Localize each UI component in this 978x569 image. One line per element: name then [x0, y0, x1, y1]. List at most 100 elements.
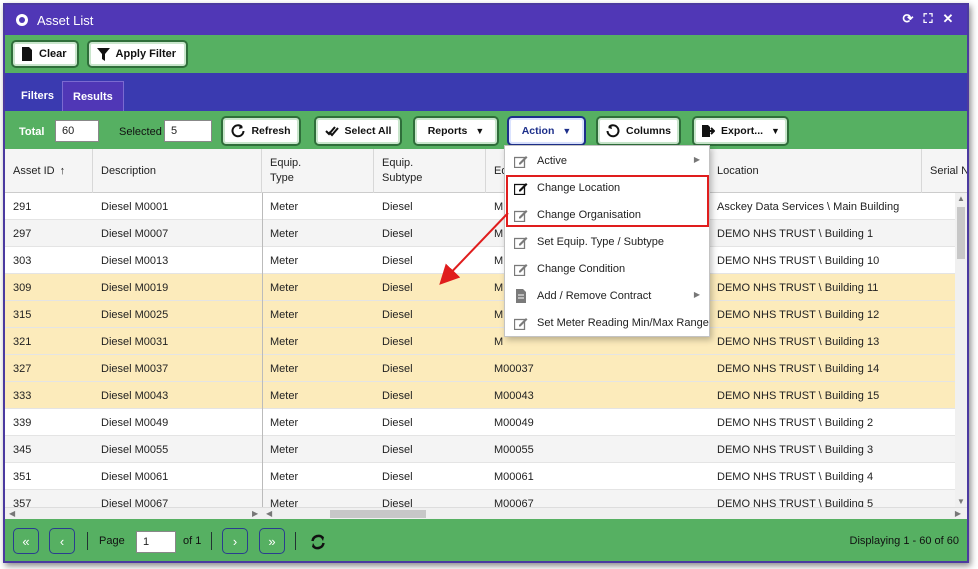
cell-equip-subtype: Diesel — [382, 443, 413, 456]
cell-equip-code: M00043 — [494, 389, 534, 402]
cell-equip-code: M — [494, 200, 504, 213]
tab-results[interactable]: Results — [62, 81, 124, 111]
table-row[interactable]: 327 Diesel M0037 Meter Diesel M00037 DEMO NHS… — [5, 355, 955, 382]
cell-equip-type: Meter — [270, 281, 299, 294]
chevron-down-icon: ▼ — [475, 126, 485, 136]
cell-description: Diesel M0007 — [101, 227, 169, 240]
table-row[interactable]: 351 Diesel M0061 Meter Diesel M00061 DEMO NHS… — [5, 463, 955, 490]
menu-item-label: Set Meter Reading Min/Max Range — [537, 316, 709, 329]
refresh-icon — [231, 124, 245, 138]
cell-location: DEMO NHS TRUST \ Building 4 — [717, 470, 874, 483]
previous-page-icon[interactable]: ‹ — [49, 528, 75, 554]
columns-button[interactable]: Columns — [596, 116, 681, 146]
tab-filters[interactable]: Filters — [11, 81, 64, 111]
reports-label: Reports — [427, 125, 468, 137]
cell-equip-type: Meter — [270, 227, 299, 240]
table-row[interactable]: 345 Diesel M0055 Meter Diesel M00055 DEMO NHS… — [5, 436, 955, 463]
scroll-left-arrow-icon[interactable]: ◀ — [9, 509, 15, 518]
cell-asset-id: 351 — [13, 470, 32, 483]
locked-scroll-right-arrow-icon[interactable]: ▶ — [252, 509, 258, 518]
cell-equip-type: Meter — [270, 200, 299, 213]
cell-asset-id: 303 — [13, 254, 32, 267]
cell-location: Asckey Data Services \ Main Building — [717, 200, 900, 213]
pager-separator — [211, 532, 212, 550]
next-page-icon[interactable]: › — [222, 528, 248, 554]
cell-description: Diesel M0061 — [101, 470, 169, 483]
check-all-icon — [324, 126, 339, 137]
cell-description: Diesel M0037 — [101, 362, 169, 375]
cell-equip-subtype: Diesel — [382, 281, 413, 294]
close-icon[interactable]: ✕ — [941, 11, 955, 26]
cell-description: Diesel M0043 — [101, 389, 169, 402]
refresh-icon[interactable] — [310, 534, 326, 550]
menu-item-set-equip-type-subtype[interactable]: Set Equip. Type / Subtype — [505, 228, 709, 255]
action-dropdown[interactable]: Action ▼ — [507, 116, 586, 146]
scroll-left-arrow-icon-2[interactable]: ◀ — [266, 509, 272, 518]
vertical-scrollbar[interactable]: ▲ ▼ — [955, 193, 967, 507]
vertical-scroll-thumb[interactable] — [957, 207, 965, 259]
column-header-equip-subtype[interactable]: Equip. Subtype — [374, 149, 486, 193]
cell-equip-subtype: Diesel — [382, 335, 413, 348]
menu-item-change-condition[interactable]: Change Condition — [505, 255, 709, 282]
select-all-button[interactable]: Select All — [314, 116, 402, 146]
cell-equip-code: M — [494, 281, 504, 294]
table-row[interactable]: 309 Diesel M0019 Meter Diesel M DEMO NHS TRUS… — [5, 274, 955, 301]
last-page-icon[interactable]: » — [259, 528, 285, 554]
column-header-asset-id[interactable]: Asset ID ↑ — [5, 149, 93, 193]
table-row[interactable]: 315 Diesel M0025 Meter Diesel M DEMO NHS TRUS… — [5, 301, 955, 328]
displaying-count-text: Displaying 1 - 60 of 60 — [849, 535, 959, 547]
first-page-icon[interactable]: « — [13, 528, 39, 554]
cell-location: DEMO NHS TRUST \ Building 11 — [717, 281, 879, 294]
refresh-label: Refresh — [251, 125, 291, 137]
scroll-up-arrow-icon[interactable]: ▲ — [957, 194, 965, 203]
grid-header: Asset ID ↑ Description Equip. Type Equip… — [5, 149, 967, 193]
cell-description: Diesel M0031 — [101, 335, 169, 348]
cell-description: Diesel M0025 — [101, 308, 169, 321]
table-row[interactable]: 303 Diesel M0013 Meter Diesel M DEMO NHS TRUS… — [5, 247, 955, 274]
results-toolbar: Total 60 Selected 5 Refresh Select All R… — [5, 111, 967, 149]
pager-separator — [295, 532, 296, 550]
table-row[interactable]: 339 Diesel M0049 Meter Diesel M00049 DEMO NHS… — [5, 409, 955, 436]
cell-equip-subtype: Diesel — [382, 308, 413, 321]
export-label: Export... — [721, 125, 764, 137]
table-row[interactable]: 321 Diesel M0031 Meter Diesel M DEMO NHS TRUS… — [5, 328, 955, 355]
maximize-icon[interactable]: ⛶ — [921, 11, 935, 26]
cell-location: DEMO NHS TRUST \ Building 2 — [717, 416, 874, 429]
menu-item-label: Active — [537, 154, 567, 167]
horizontal-scrollbar[interactable]: ◀ ▶ ◀ ▶ — [5, 507, 967, 519]
page-count-label: of 1 — [183, 535, 202, 547]
menu-item-active[interactable]: Active ▶ — [505, 147, 709, 174]
table-row[interactable]: 333 Diesel M0043 Meter Diesel M00043 DEMO NHS… — [5, 382, 955, 409]
export-dropdown[interactable]: Export... ▼ — [692, 116, 789, 146]
menu-item-label: Add / Remove Contract — [537, 289, 652, 302]
menu-item-add-remove-contract[interactable]: Add / Remove Contract ▶ — [505, 282, 709, 309]
cell-location: DEMO NHS TRUST \ Building 14 — [717, 362, 880, 375]
column-header-equip-type[interactable]: Equip. Type — [262, 149, 374, 193]
cell-equip-type: Meter — [270, 254, 299, 267]
column-header-description[interactable]: Description — [93, 149, 262, 193]
cell-equip-code: M — [494, 308, 504, 321]
cell-asset-id: 291 — [13, 200, 32, 213]
column-header-location[interactable]: Location — [709, 149, 922, 193]
cell-location: DEMO NHS TRUST \ Building 10 — [717, 254, 880, 267]
clear-button[interactable]: Clear — [11, 40, 79, 68]
column-header-serial-number[interactable]: Serial N — [922, 149, 967, 193]
cell-description: Diesel M0013 — [101, 254, 169, 267]
submenu-arrow-icon: ▶ — [693, 155, 700, 164]
scroll-down-arrow-icon[interactable]: ▼ — [957, 497, 965, 506]
apply-filter-button[interactable]: Apply Filter — [86, 40, 189, 68]
reload-icon[interactable]: ⟳ — [901, 11, 915, 26]
table-row[interactable]: 291 Diesel M0001 Meter Diesel M Asckey Data S… — [5, 193, 955, 220]
cell-asset-id: 339 — [13, 416, 32, 429]
cell-description: Diesel M0019 — [101, 281, 169, 294]
cell-equip-subtype: Diesel — [382, 389, 413, 402]
table-row[interactable]: 297 Diesel M0007 Meter Diesel M DEMO NHS TRUS… — [5, 220, 955, 247]
horizontal-scroll-thumb[interactable] — [330, 510, 426, 518]
cell-equip-subtype: Diesel — [382, 200, 413, 213]
page-number-input[interactable]: 1 — [136, 531, 176, 553]
menu-item-set-meter-reading-min-max-range[interactable]: Set Meter Reading Min/Max Range — [505, 309, 709, 336]
results-grid: Asset ID ↑ Description Equip. Type Equip… — [5, 149, 967, 519]
reports-dropdown[interactable]: Reports ▼ — [413, 116, 499, 146]
scroll-right-arrow-icon[interactable]: ▶ — [955, 509, 961, 518]
refresh-button[interactable]: Refresh — [221, 116, 301, 146]
